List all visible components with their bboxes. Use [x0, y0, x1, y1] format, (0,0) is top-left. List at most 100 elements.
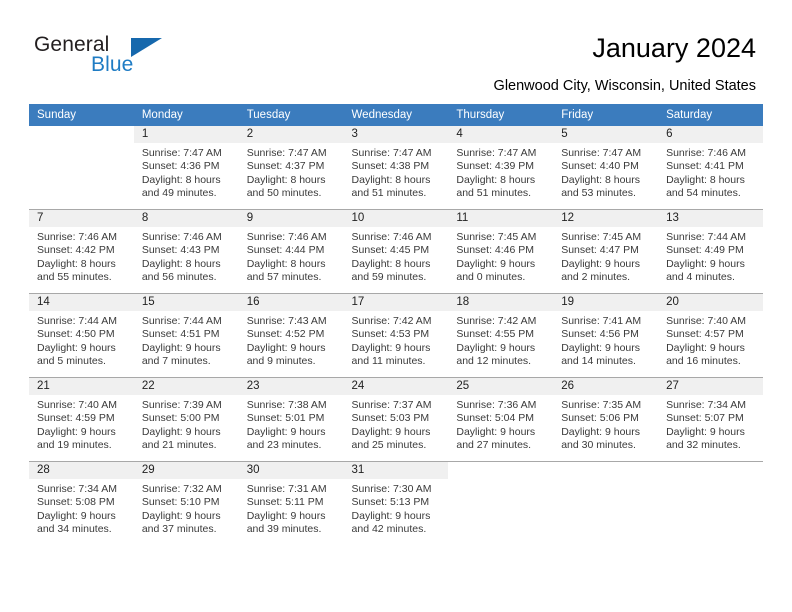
day-details: Sunrise: 7:47 AM Sunset: 4:38 PM Dayligh… [344, 143, 449, 201]
day-cell[interactable]: 30 Sunrise: 7:31 AM Sunset: 5:11 PM Dayl… [238, 461, 344, 545]
daylight-text-line1: Daylight: 9 hours [351, 425, 431, 438]
calendar-week-row: 7 Sunrise: 7:46 AM Sunset: 4:42 PM Dayli… [29, 209, 763, 294]
daylight-text-line1: Daylight: 8 hours [246, 257, 326, 270]
day-cell[interactable]: 19 Sunrise: 7:41 AM Sunset: 4:56 PM Dayl… [553, 293, 659, 378]
sunrise-text: Sunrise: 7:41 AM [561, 315, 642, 327]
day-number [658, 462, 763, 479]
day-number: 22 [133, 378, 239, 395]
day-cell[interactable]: 25 Sunrise: 7:36 AM Sunset: 5:04 PM Dayl… [448, 377, 554, 462]
daylight-text-line2: and 55 minutes. [37, 271, 112, 284]
page-title: January 2024 [592, 33, 756, 63]
day-cell[interactable]: 10 Sunrise: 7:46 AM Sunset: 4:45 PM Dayl… [343, 209, 449, 294]
day-cell[interactable]: 5 Sunrise: 7:47 AM Sunset: 4:40 PM Dayli… [553, 126, 659, 210]
day-cell[interactable]: 23 Sunrise: 7:38 AM Sunset: 5:01 PM Dayl… [238, 377, 344, 462]
day-details: Sunrise: 7:41 AM Sunset: 4:56 PM Dayligh… [553, 311, 658, 369]
page-header: General Blue January 2024 Glenwood City,… [0, 0, 792, 100]
day-cell[interactable]: 26 Sunrise: 7:35 AM Sunset: 5:06 PM Dayl… [553, 377, 659, 462]
daylight-text-line1: Daylight: 9 hours [246, 509, 326, 522]
day-cell[interactable]: 18 Sunrise: 7:42 AM Sunset: 4:55 PM Dayl… [448, 293, 554, 378]
daylight-text-line2: and 19 minutes. [37, 439, 112, 452]
sunrise-text: Sunrise: 7:47 AM [141, 147, 222, 159]
daylight-text-line2: and 51 minutes. [351, 187, 427, 200]
daylight-text-line1: Daylight: 8 hours [456, 173, 536, 186]
day-number: 20 [658, 294, 763, 311]
daylight-text-line2: and 16 minutes. [666, 355, 741, 368]
day-cell[interactable]: 11 Sunrise: 7:45 AM Sunset: 4:46 PM Dayl… [448, 209, 554, 294]
day-number: 23 [238, 378, 344, 395]
sunset-text: Sunset: 4:57 PM [666, 328, 744, 341]
weekday-header-saturday: Saturday [658, 104, 763, 126]
daylight-text-line2: and 23 minutes. [246, 439, 322, 452]
daylight-text-line2: and 49 minutes. [141, 187, 217, 200]
sunrise-text: Sunrise: 7:45 AM [561, 231, 642, 243]
day-number: 14 [29, 294, 134, 311]
daylight-text-line2: and 57 minutes. [246, 271, 322, 284]
sunrise-text: Sunrise: 7:39 AM [141, 399, 222, 411]
day-cell[interactable]: 28 Sunrise: 7:34 AM Sunset: 5:08 PM Dayl… [29, 461, 134, 545]
daylight-text-line2: and 5 minutes. [37, 355, 106, 368]
day-cell-empty [553, 461, 659, 545]
sunset-text: Sunset: 4:40 PM [561, 160, 639, 173]
day-details: Sunrise: 7:47 AM Sunset: 4:40 PM Dayligh… [553, 143, 658, 201]
day-cell[interactable]: 16 Sunrise: 7:43 AM Sunset: 4:52 PM Dayl… [238, 293, 344, 378]
day-cell[interactable]: 27 Sunrise: 7:34 AM Sunset: 5:07 PM Dayl… [658, 377, 763, 462]
sunrise-text: Sunrise: 7:32 AM [141, 483, 222, 495]
day-number: 17 [343, 294, 449, 311]
day-cell[interactable]: 7 Sunrise: 7:46 AM Sunset: 4:42 PM Dayli… [29, 209, 134, 294]
daylight-text-line1: Daylight: 9 hours [37, 341, 116, 354]
daylight-text-line1: Daylight: 8 hours [141, 257, 221, 270]
weekday-header-friday: Friday [553, 104, 659, 126]
day-cell[interactable]: 20 Sunrise: 7:40 AM Sunset: 4:57 PM Dayl… [658, 293, 763, 378]
weekday-header-thursday: Thursday [448, 104, 554, 126]
day-details: Sunrise: 7:32 AM Sunset: 5:10 PM Dayligh… [134, 479, 239, 537]
sunrise-text: Sunrise: 7:42 AM [351, 315, 432, 327]
daylight-text-line1: Daylight: 8 hours [246, 173, 326, 186]
calendar-week-row: 21 Sunrise: 7:40 AM Sunset: 4:59 PM Dayl… [29, 377, 763, 462]
day-cell[interactable]: 24 Sunrise: 7:37 AM Sunset: 5:03 PM Dayl… [343, 377, 449, 462]
sunset-text: Sunset: 4:38 PM [351, 160, 430, 173]
daylight-text-line1: Daylight: 8 hours [666, 173, 745, 186]
sunset-text: Sunset: 4:56 PM [561, 328, 639, 341]
sunrise-text: Sunrise: 7:46 AM [666, 147, 747, 159]
sunset-text: Sunset: 5:06 PM [561, 412, 639, 425]
sunrise-text: Sunrise: 7:46 AM [246, 231, 327, 243]
sunrise-text: Sunrise: 7:47 AM [561, 147, 642, 159]
daylight-text-line1: Daylight: 8 hours [37, 257, 116, 270]
day-details [29, 143, 134, 147]
day-cell[interactable]: 13 Sunrise: 7:44 AM Sunset: 4:49 PM Dayl… [658, 209, 763, 294]
day-cell[interactable]: 8 Sunrise: 7:46 AM Sunset: 4:43 PM Dayli… [133, 209, 239, 294]
day-cell[interactable]: 4 Sunrise: 7:47 AM Sunset: 4:39 PM Dayli… [448, 126, 554, 210]
day-cell[interactable]: 3 Sunrise: 7:47 AM Sunset: 4:38 PM Dayli… [343, 126, 449, 210]
daylight-text-line1: Daylight: 9 hours [456, 425, 536, 438]
day-details: Sunrise: 7:45 AM Sunset: 4:46 PM Dayligh… [448, 227, 553, 285]
day-number: 1 [133, 126, 239, 143]
sunset-text: Sunset: 4:41 PM [666, 160, 744, 173]
sunrise-text: Sunrise: 7:47 AM [456, 147, 537, 159]
daylight-text-line1: Daylight: 9 hours [141, 509, 221, 522]
day-cell[interactable]: 14 Sunrise: 7:44 AM Sunset: 4:50 PM Dayl… [29, 293, 134, 378]
sunset-text: Sunset: 5:01 PM [246, 412, 325, 425]
daylight-text-line1: Daylight: 9 hours [37, 509, 116, 522]
day-cell[interactable]: 6 Sunrise: 7:46 AM Sunset: 4:41 PM Dayli… [658, 126, 763, 210]
day-cell[interactable]: 17 Sunrise: 7:42 AM Sunset: 4:53 PM Dayl… [343, 293, 449, 378]
sunrise-text: Sunrise: 7:47 AM [246, 147, 327, 159]
day-details [553, 479, 658, 483]
daylight-text-line2: and 51 minutes. [456, 187, 532, 200]
sunrise-text: Sunrise: 7:31 AM [246, 483, 327, 495]
day-cell[interactable]: 12 Sunrise: 7:45 AM Sunset: 4:47 PM Dayl… [553, 209, 659, 294]
sunset-text: Sunset: 5:00 PM [141, 412, 220, 425]
day-cell[interactable]: 1 Sunrise: 7:47 AM Sunset: 4:36 PM Dayli… [133, 126, 239, 210]
day-cell[interactable]: 22 Sunrise: 7:39 AM Sunset: 5:00 PM Dayl… [133, 377, 239, 462]
day-cell[interactable]: 29 Sunrise: 7:32 AM Sunset: 5:10 PM Dayl… [133, 461, 239, 545]
day-cell[interactable]: 31 Sunrise: 7:30 AM Sunset: 5:13 PM Dayl… [343, 461, 449, 545]
day-number: 27 [658, 378, 763, 395]
daylight-text-line2: and 37 minutes. [141, 523, 217, 536]
daylight-text-line2: and 50 minutes. [246, 187, 322, 200]
daylight-text-line1: Daylight: 9 hours [141, 341, 221, 354]
day-details: Sunrise: 7:47 AM Sunset: 4:36 PM Dayligh… [134, 143, 239, 201]
day-cell[interactable]: 9 Sunrise: 7:46 AM Sunset: 4:44 PM Dayli… [238, 209, 344, 294]
day-cell[interactable]: 21 Sunrise: 7:40 AM Sunset: 4:59 PM Dayl… [29, 377, 134, 462]
day-cell[interactable]: 2 Sunrise: 7:47 AM Sunset: 4:37 PM Dayli… [238, 126, 344, 210]
day-cell-empty [29, 126, 134, 210]
day-cell[interactable]: 15 Sunrise: 7:44 AM Sunset: 4:51 PM Dayl… [133, 293, 239, 378]
